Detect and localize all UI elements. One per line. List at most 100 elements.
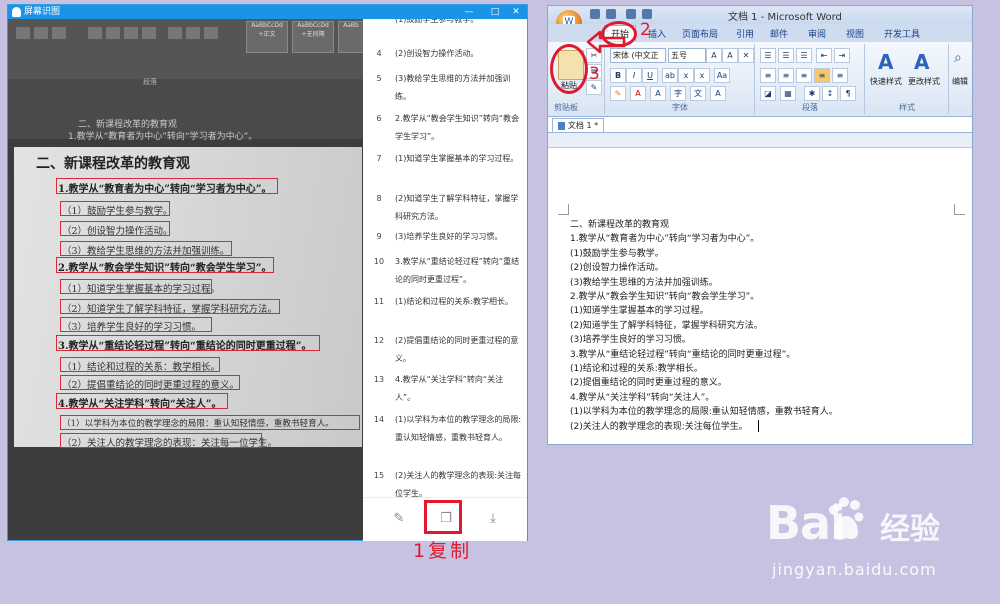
ocr-region-box — [60, 375, 240, 390]
editing-label[interactable]: 编辑 — [952, 76, 968, 87]
italic-icon[interactable]: I — [626, 68, 642, 83]
save-icon[interactable] — [590, 9, 600, 19]
tab-references[interactable]: 引用 — [736, 27, 754, 40]
doc-line: (1)鼓励学生参与教学。 — [570, 248, 664, 259]
align-right-icon[interactable]: ≡ — [796, 68, 812, 83]
close-button[interactable]: ✕ — [505, 5, 527, 19]
ocr-region-box — [60, 317, 212, 332]
show-marks-icon[interactable]: ¶ — [840, 86, 856, 101]
font-group-label: 字体 — [672, 103, 688, 112]
strikethrough-icon[interactable]: ab — [662, 68, 678, 83]
word-window-title: 文档 1 - Microsoft Word — [728, 12, 842, 23]
step-2-label: 2 — [640, 20, 651, 40]
document-page[interactable]: 二、新课程改革的教育观 1.教学从“教育者为中心”转向“学习者为中心”。 (1)… — [548, 148, 972, 444]
enclose-char-icon[interactable]: 字 — [670, 86, 686, 101]
distribute-icon[interactable]: ≡ — [832, 68, 848, 83]
phonetic-icon[interactable]: 文 — [690, 86, 706, 101]
clear-format-icon[interactable]: ✕ — [738, 48, 754, 63]
scanned-paper: 二、新课程改革的教育观 1.教学从“教育者为中心”转向“学习者为中心”。 （1）… — [14, 147, 362, 449]
paper-heading: 二、新课程改革的教育观 — [36, 156, 190, 172]
editing-icon[interactable]: ⌕ — [954, 50, 962, 66]
tab-mailings[interactable]: 邮件 — [770, 27, 788, 40]
arrow-icon — [586, 30, 626, 54]
increase-indent-icon[interactable]: ⇥ — [834, 48, 850, 63]
borders-icon[interactable]: ▦ — [780, 86, 796, 101]
change-styles-label[interactable]: 更改样式 — [908, 76, 940, 87]
ocr-window-title: 屏幕识图 — [24, 7, 61, 17]
ocr-region-box — [60, 433, 262, 448]
font-group: 宋体 (中文正 五号 A A ✕ B I U ab x x Aa ✎ A A 字… — [606, 44, 755, 114]
char-border-icon[interactable]: A — [710, 86, 726, 101]
ocr-title-bar: 屏幕识图 — □ ✕ — [8, 5, 527, 19]
numbering-icon[interactable]: ☰ — [778, 48, 794, 63]
document-tab-strip — [548, 132, 972, 148]
edit-icon[interactable]: ✎ — [391, 511, 407, 527]
quick-styles-icon[interactable]: A — [878, 50, 893, 74]
copy-highlight-box — [424, 500, 462, 534]
bullets-icon[interactable]: ☰ — [760, 48, 776, 63]
sort-icon[interactable]: ↕ — [822, 86, 838, 101]
margin-corner — [954, 204, 965, 215]
chinese-layout-icon[interactable]: ✱ — [804, 86, 820, 101]
superscript-icon[interactable]: x — [694, 68, 710, 83]
ocr-region-box — [56, 257, 274, 273]
doc-line: (3)培养学生良好的学习习惯。 — [570, 335, 691, 346]
step-3-label: 3 — [589, 64, 600, 84]
highlight-icon[interactable]: ✎ — [610, 86, 626, 101]
tab-page-layout[interactable]: 页面布局 — [682, 27, 718, 40]
shrink-font-icon[interactable]: A — [722, 48, 738, 63]
paragraph-group: ☰ ☰ ☰ ⇤ ⇥ ≡ ≡ ≡ ≡ ≡ ◪ ▦ ✱ ↕ ¶ 段落 — [756, 44, 865, 114]
doc-line: (2)关注人的教学理念的表现:关注每位学生。 — [570, 421, 748, 432]
ocr-region-box — [56, 178, 278, 194]
align-left-icon[interactable]: ≡ — [760, 68, 776, 83]
minimize-button[interactable]: — — [458, 5, 480, 19]
doc-line: 1.教学从“教育者为中心”转向“学习者为中心”。 — [570, 234, 760, 245]
ocr-region-box — [60, 299, 280, 314]
decrease-indent-icon[interactable]: ⇤ — [816, 48, 832, 63]
char-shading-icon[interactable]: A — [650, 86, 666, 101]
shading-icon[interactable]: ◪ — [760, 86, 776, 101]
maximize-button[interactable]: □ — [484, 5, 506, 19]
styles-group-label: 样式 — [899, 103, 915, 112]
multilevel-icon[interactable]: ☰ — [796, 48, 812, 63]
subscript-icon[interactable]: x — [678, 68, 694, 83]
change-styles-icon[interactable]: A — [914, 50, 929, 74]
ocr-region-box — [60, 221, 170, 236]
scan-style-name-2: +无间隔 — [301, 31, 325, 38]
download-icon[interactable]: ⤓ — [485, 511, 501, 527]
doc-line: 二、新课程改革的教育观 — [570, 220, 670, 230]
font-color-icon[interactable]: A — [630, 86, 646, 101]
font-size-combo[interactable]: 五号 — [668, 48, 706, 63]
scan-style-1: AaBbCcDd — [251, 22, 283, 29]
doc-line: (2)知道学生了解学科特征，掌握学科研究方法。 — [570, 320, 763, 331]
change-case-icon[interactable]: Aa — [714, 68, 730, 83]
editing-group: ⌕ 编辑 — [950, 44, 972, 114]
doc-line: (2)创设智力操作活动。 — [570, 263, 664, 274]
scan-style-3: AaBb — [343, 22, 359, 29]
baidu-paw-icon — [829, 497, 864, 540]
document-tab[interactable]: 文档 1 * — [552, 118, 604, 133]
scan-ribbon-group: 段落 — [143, 78, 157, 86]
qat-icon[interactable] — [642, 9, 652, 19]
doc-line: (1)知道学生掌握基本的学习过程。 — [570, 306, 709, 317]
copy-step-caption: 1复制 — [413, 540, 473, 562]
scanned-image-panel: AaBbCcDd +正文 AaBbCcDd +无间隔 AaBb 段落 二、新课程改革… — [8, 19, 363, 540]
tab-review[interactable]: 审阅 — [808, 27, 826, 40]
underline-icon[interactable]: U — [642, 68, 658, 83]
ocr-region-box — [60, 415, 360, 430]
quick-styles-label[interactable]: 快速样式 — [870, 76, 902, 87]
grow-font-icon[interactable]: A — [706, 48, 722, 63]
doc-line: (3)教给学生思维的方法并加强训练。 — [570, 277, 718, 288]
bold-icon[interactable]: B — [610, 68, 626, 83]
tab-developer[interactable]: 开发工具 — [884, 27, 920, 40]
redo-icon[interactable] — [626, 9, 636, 19]
document-icon — [557, 121, 565, 130]
tab-view[interactable]: 视图 — [846, 27, 864, 40]
word-window: 文档 1 - Microsoft Word W 开始 插入 页面布局 引用 邮件… — [547, 5, 973, 445]
ocr-region-box — [60, 241, 232, 256]
margin-corner — [558, 204, 569, 215]
justify-icon[interactable]: ≡ — [814, 68, 830, 83]
undo-icon[interactable] — [606, 9, 616, 19]
align-center-icon[interactable]: ≡ — [778, 68, 794, 83]
ocr-region-box — [60, 279, 212, 294]
